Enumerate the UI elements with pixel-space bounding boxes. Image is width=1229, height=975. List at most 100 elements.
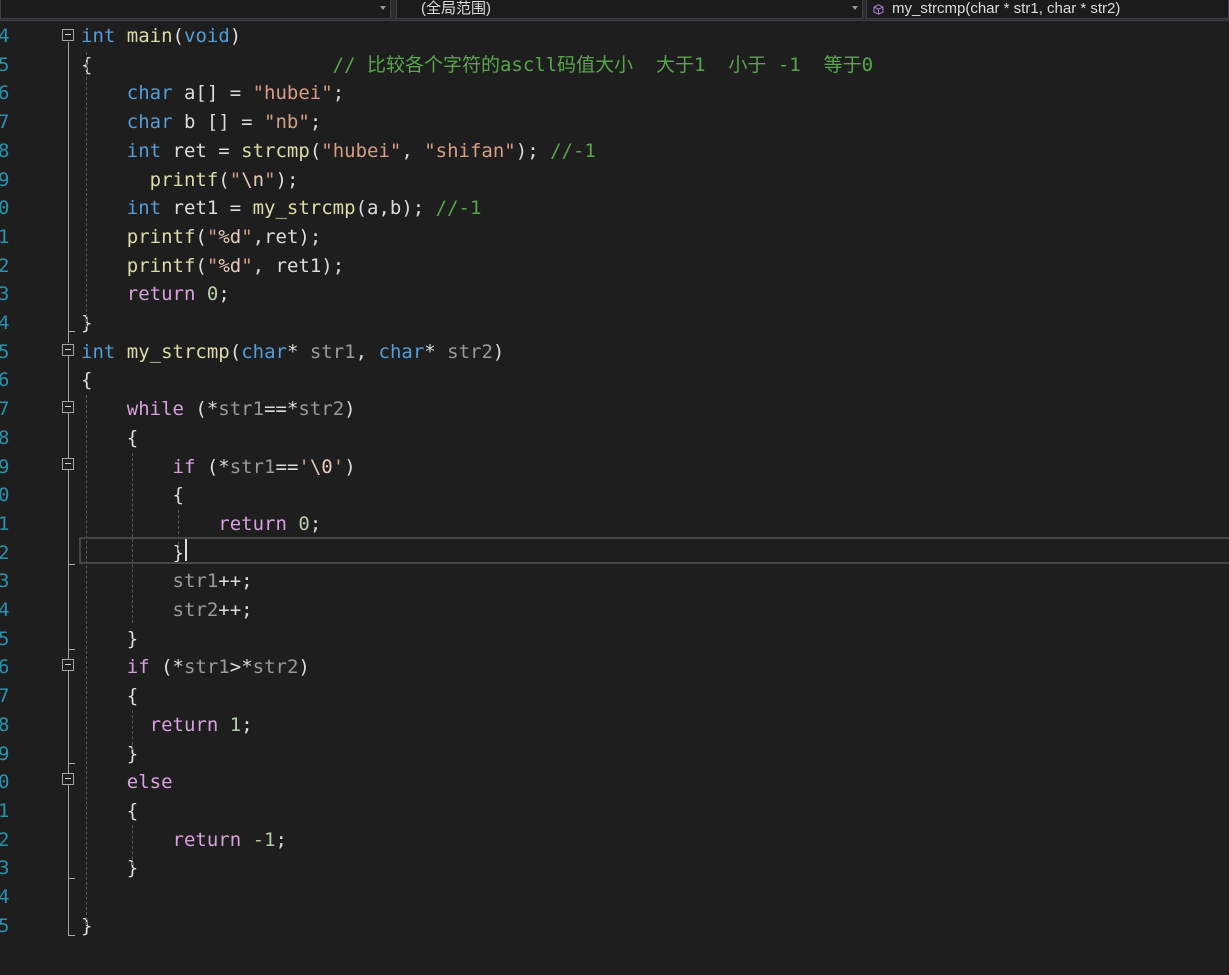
collapse-toggle-while[interactable] xyxy=(62,401,74,413)
code-line[interactable]: 7 char b [] = "nb"; xyxy=(0,108,1229,137)
code-text: } xyxy=(81,625,138,654)
scope-dropdown[interactable]: (全局范围) xyxy=(396,0,863,19)
code-line[interactable]: 9 printf("\n"); xyxy=(0,166,1229,195)
code-line[interactable]: 2 printf("%d", ret1); xyxy=(0,252,1229,281)
line-number: 6 xyxy=(0,369,10,392)
code-token: ( xyxy=(229,340,242,363)
line-number: 4 xyxy=(0,886,10,908)
code-text: int ret = strcmp("hubei", "shifan"); //-… xyxy=(81,137,596,166)
code-token: { xyxy=(81,426,139,449)
code-token: return xyxy=(126,283,196,306)
code-token: ret1 = xyxy=(161,197,253,220)
outline-end-tick xyxy=(68,649,75,650)
code-token: (* xyxy=(183,398,219,421)
line-number: 5 xyxy=(0,340,10,363)
line-number: 7 xyxy=(0,685,10,708)
code-line[interactable]: 6 if (*str1>*str2) xyxy=(0,653,1229,682)
code-token: } xyxy=(81,742,139,765)
outline-end-tick xyxy=(68,331,75,332)
code-line[interactable]: 4 int main(void) xyxy=(0,22,1229,51)
code-text: { xyxy=(81,424,138,453)
collapse-toggle-if[interactable] xyxy=(62,659,74,671)
code-line[interactable]: 4 xyxy=(0,883,1229,912)
code-line[interactable]: 7 while (*str1==*str2) xyxy=(0,395,1229,424)
code-line[interactable]: 1 return 0; xyxy=(0,510,1229,539)
code-editor[interactable]: 4 int main(void) 5{ // 比较各个字符的ascll码值大小 大于… xyxy=(0,21,1229,975)
code-text: int main(void) xyxy=(81,22,241,51)
indent-guide xyxy=(132,710,133,750)
line-number: 7 xyxy=(0,398,10,421)
collapse-toggle-if[interactable] xyxy=(62,458,74,470)
collapse-toggle-my-strcmp[interactable] xyxy=(62,344,74,356)
member-dropdown[interactable]: my_strcmp(char * str1, char * str2) xyxy=(866,0,1229,19)
line-number: 4 xyxy=(0,25,10,47)
code-line[interactable]: 5} xyxy=(0,912,1229,941)
line-number: 9 xyxy=(0,168,10,191)
code-line[interactable]: 9 if (*str1=='\0') xyxy=(0,453,1229,482)
collapse-toggle-else[interactable] xyxy=(62,773,74,785)
code-line[interactable]: 9 } xyxy=(0,740,1229,769)
code-text: printf("\n"); xyxy=(81,166,299,195)
code-token: str1 xyxy=(172,570,219,593)
code-line[interactable]: 3 return 0; xyxy=(0,280,1229,309)
code-token: str2 xyxy=(298,398,345,421)
code-token: ) xyxy=(344,398,356,421)
code-line[interactable]: 5 } xyxy=(0,625,1229,654)
code-token: ' xyxy=(332,455,345,478)
code-line[interactable]: 8 return 1; xyxy=(0,711,1229,740)
collapse-toggle-main[interactable] xyxy=(62,29,74,41)
code-token: return xyxy=(218,512,287,535)
code-text: { xyxy=(81,797,138,826)
code-token: " xyxy=(206,254,219,277)
code-line[interactable]: 8 { xyxy=(0,424,1229,453)
code-token: ( xyxy=(195,225,207,248)
code-text: int ret1 = my_strcmp(a,b); //-1 xyxy=(81,194,482,223)
code-line[interactable]: 4 str2++; xyxy=(0,596,1229,625)
line-number: 6 xyxy=(0,82,10,105)
line-number: 4 xyxy=(0,312,10,334)
code-token: * xyxy=(286,340,310,363)
line-number: 9 xyxy=(0,742,10,765)
code-token: , xyxy=(401,139,425,162)
code-text: return -1; xyxy=(81,826,287,855)
code-token: { xyxy=(81,799,139,822)
code-line[interactable]: 8 int ret = strcmp("hubei", "shifan"); /… xyxy=(0,137,1229,166)
code-line[interactable]: 4} xyxy=(0,309,1229,338)
code-token: printf xyxy=(126,254,196,277)
code-line[interactable]: 1 printf("%d",ret); xyxy=(0,223,1229,252)
indent-guide xyxy=(86,395,87,925)
code-line[interactable]: 6 char a[] = "hubei"; xyxy=(0,79,1229,108)
code-line[interactable]: 1 { xyxy=(0,797,1229,826)
code-token: == xyxy=(275,455,299,478)
code-token: void xyxy=(184,25,230,47)
code-line[interactable]: 0 int ret1 = my_strcmp(a,b); //-1 xyxy=(0,194,1229,223)
code-line[interactable]: 5 { // 比较各个字符的ascll码值大小 大于1 小于 -1 等于0 xyxy=(0,51,1229,80)
code-line[interactable]: 3 str1++; xyxy=(0,567,1229,596)
code-token: ) xyxy=(229,25,242,47)
code-line[interactable]: 0 { xyxy=(0,481,1229,510)
line-number: 4 xyxy=(0,599,10,621)
code-line[interactable]: 5 int my_strcmp(char* str1, char* str2) xyxy=(0,338,1229,367)
code-text: str1++; xyxy=(81,567,253,596)
code-line[interactable]: 6{ xyxy=(0,366,1229,395)
code-token: >* xyxy=(229,656,253,679)
code-line[interactable]: 2 return -1; xyxy=(0,826,1229,855)
line-number: 3 xyxy=(0,857,10,880)
code-line[interactable]: 3 } xyxy=(0,854,1229,883)
line-number: 8 xyxy=(0,713,10,736)
code-line[interactable]: 0 else xyxy=(0,768,1229,797)
code-line[interactable]: 7 { xyxy=(0,682,1229,711)
code-token: main xyxy=(126,25,173,47)
code-text: } xyxy=(81,854,138,883)
code-token: ) xyxy=(298,656,310,679)
code-text: str2++; xyxy=(81,596,253,625)
project-dropdown[interactable] xyxy=(0,0,391,19)
code-token: my_strcmp xyxy=(252,197,356,220)
